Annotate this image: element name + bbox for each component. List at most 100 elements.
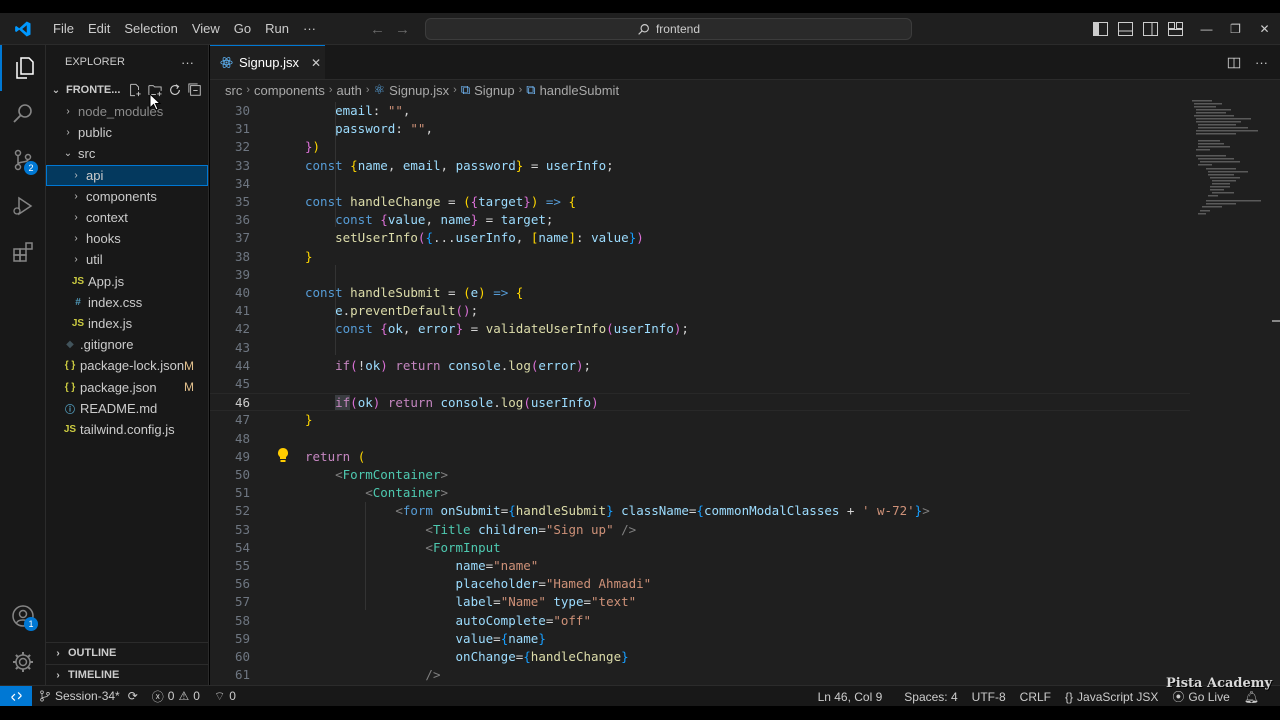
encoding[interactable]: UTF-8 xyxy=(965,690,1013,704)
ports-status[interactable]: ⌔ 0 xyxy=(207,689,243,704)
code-line[interactable]: 30 email: "", xyxy=(210,102,1190,120)
indentation[interactable]: Spaces: 4 xyxy=(897,690,964,704)
command-center[interactable]: frontend xyxy=(425,18,912,40)
menu-more[interactable]: ··· xyxy=(296,13,323,45)
code-editor[interactable]: 30 email: "", 31 password: "", 32}) 33 const… xyxy=(210,100,1280,685)
code-line[interactable]: 46 if(ok) return console.log(userInfo) xyxy=(210,393,1190,412)
code-line[interactable]: 57 label="Name" type="text" xyxy=(210,593,1190,611)
scrollbar-marker[interactable] xyxy=(1272,320,1280,322)
code-line[interactable]: 37 setUserInfo({...userInfo, [name]: val… xyxy=(210,229,1190,247)
code-line[interactable]: 47} xyxy=(210,411,1190,429)
run-debug-icon[interactable] xyxy=(0,183,46,229)
code-line[interactable]: 56 placeholder="Hamed Ahmadi" xyxy=(210,575,1190,593)
language-mode[interactable]: {} JavaScript JSX xyxy=(1058,690,1165,704)
folder-util[interactable]: › util xyxy=(46,249,208,270)
extensions-icon[interactable] xyxy=(0,229,46,275)
code-line[interactable]: 55 name="name" xyxy=(210,557,1190,575)
code-line[interactable]: 48 xyxy=(210,430,1190,448)
forward-arrow-icon[interactable]: → xyxy=(395,21,410,38)
breadcrumb-components[interactable]: components xyxy=(254,83,325,98)
code-line[interactable]: 34 xyxy=(210,175,1190,193)
code-line[interactable]: 43 xyxy=(210,339,1190,357)
folder-public[interactable]: › public xyxy=(46,122,208,143)
folder-hooks[interactable]: › hooks xyxy=(46,228,208,249)
close-window-icon[interactable]: ✕ xyxy=(1250,22,1279,36)
code-line[interactable]: 39 xyxy=(210,266,1190,284)
explorer-more-actions[interactable]: ··· xyxy=(181,55,194,70)
end-of-line[interactable]: CRLF xyxy=(1013,690,1058,704)
file-app-js[interactable]: JS App.js xyxy=(46,271,208,292)
refresh-icon[interactable] xyxy=(168,83,182,97)
code-line[interactable]: 33 const {name, email, password} = userIn… xyxy=(210,157,1190,175)
menu-view[interactable]: View xyxy=(185,13,227,45)
code-line[interactable]: 42 const {ok, error} = validateUserInfo(… xyxy=(210,320,1190,338)
file-readme-md[interactable]: ⓘ README.md xyxy=(46,398,208,419)
code-line[interactable]: 51 <Container> xyxy=(210,484,1190,502)
tab-signup-jsx[interactable]: Signup.jsx ✕ xyxy=(210,45,325,79)
restore-icon[interactable]: ❐ xyxy=(1221,22,1250,36)
folder-node-modules[interactable]: › node_modules xyxy=(46,101,208,122)
menu-selection[interactable]: Selection xyxy=(117,13,184,45)
folder-context[interactable]: › context xyxy=(46,207,208,228)
notifications-bell-icon[interactable]: 🔔︎ xyxy=(1237,690,1266,704)
code-line[interactable]: 58 autoComplete="off" xyxy=(210,612,1190,630)
code-line[interactable]: 50 <FormContainer> xyxy=(210,466,1190,484)
code-line[interactable]: 44 if(!ok) return console.log(error); xyxy=(210,357,1190,375)
branch-status[interactable]: Session-34* ⟳ xyxy=(32,689,145,703)
outline-section[interactable]: › OUTLINE xyxy=(46,642,209,663)
file-package-json[interactable]: { } package.json M xyxy=(46,376,208,397)
code-line[interactable]: 35 const handleChange = ({target}) => { xyxy=(210,193,1190,211)
source-control-icon[interactable]: 2 xyxy=(0,137,46,183)
vscode-logo-icon[interactable] xyxy=(0,13,46,45)
breadcrumb-component[interactable]: Signup xyxy=(474,83,514,98)
file-index-css[interactable]: # index.css xyxy=(46,292,208,313)
code-line[interactable]: 52 <form onSubmit={handleSubmit} classNa… xyxy=(210,502,1190,520)
manage-gear-icon[interactable] xyxy=(0,639,46,685)
minimap[interactable] xyxy=(1192,100,1267,220)
collapse-all-icon[interactable] xyxy=(188,83,202,97)
menu-edit[interactable]: Edit xyxy=(81,13,117,45)
breadcrumb-file[interactable]: Signup.jsx xyxy=(389,83,449,98)
code-line[interactable]: 60 onChange={handleChange} xyxy=(210,648,1190,666)
code-line[interactable]: 45 xyxy=(210,375,1190,393)
sync-icon[interactable]: ⟳ xyxy=(128,689,138,703)
minimize-icon[interactable]: — xyxy=(1192,22,1221,36)
lightbulb-icon[interactable] xyxy=(276,447,290,463)
toggle-primary-sidebar-icon[interactable] xyxy=(1092,21,1109,38)
breadcrumb-src[interactable]: src xyxy=(225,83,242,98)
file-tailwind-config-js[interactable]: JS tailwind.config.js xyxy=(46,419,208,440)
remote-window-icon[interactable] xyxy=(0,685,32,707)
code-line[interactable]: 49 return ( xyxy=(210,448,1190,466)
code-line[interactable]: 31 password: "", xyxy=(210,120,1190,138)
split-editor-icon[interactable] xyxy=(1227,56,1241,70)
file-package-lock-json[interactable]: { } package-lock.json M xyxy=(46,355,208,376)
folder-components[interactable]: › components xyxy=(46,186,208,207)
folder-api[interactable]: › api xyxy=(46,164,208,186)
cursor-position[interactable]: Ln 46, Col 9 xyxy=(811,690,890,704)
accounts-icon[interactable]: 1 xyxy=(0,593,46,639)
customize-layout-icon[interactable] xyxy=(1167,21,1184,38)
code-line[interactable]: 32}) xyxy=(210,138,1190,156)
timeline-section[interactable]: › TIMELINE xyxy=(46,664,209,685)
breadcrumb-auth[interactable]: auth xyxy=(337,83,362,98)
workspace-root[interactable]: ⌄ FRONTE... xyxy=(46,79,208,101)
code-line[interactable]: 40 const handleSubmit = (e) => { xyxy=(210,284,1190,302)
toggle-secondary-sidebar-icon[interactable] xyxy=(1142,21,1159,38)
explorer-icon[interactable] xyxy=(0,45,46,91)
folder-src[interactable]: ⌄ src xyxy=(46,143,208,164)
new-file-icon[interactable] xyxy=(128,83,142,97)
breadcrumb-function[interactable]: handleSubmit xyxy=(540,83,620,98)
file-index-js[interactable]: JS index.js xyxy=(46,313,208,334)
problems-status[interactable]: ⓧ 0 ⚠ 0 xyxy=(145,688,207,705)
code-line[interactable]: 53 <Title children="Sign up" /> xyxy=(210,521,1190,539)
code-line[interactable]: 61 /> xyxy=(210,666,1190,684)
code-line[interactable]: 59 value={name} xyxy=(210,630,1190,648)
code-line[interactable]: 38} xyxy=(210,248,1190,266)
menu-run[interactable]: Run xyxy=(258,13,296,45)
menu-go[interactable]: Go xyxy=(227,13,258,45)
menu-file[interactable]: File xyxy=(46,13,81,45)
file-gitignore[interactable]: ◆ .gitignore xyxy=(46,334,208,355)
editor-more-actions[interactable]: ··· xyxy=(1255,55,1268,70)
code-line[interactable]: 36 const {value, name} = target; xyxy=(210,211,1190,229)
code-line[interactable]: 54 <FormInput xyxy=(210,539,1190,557)
